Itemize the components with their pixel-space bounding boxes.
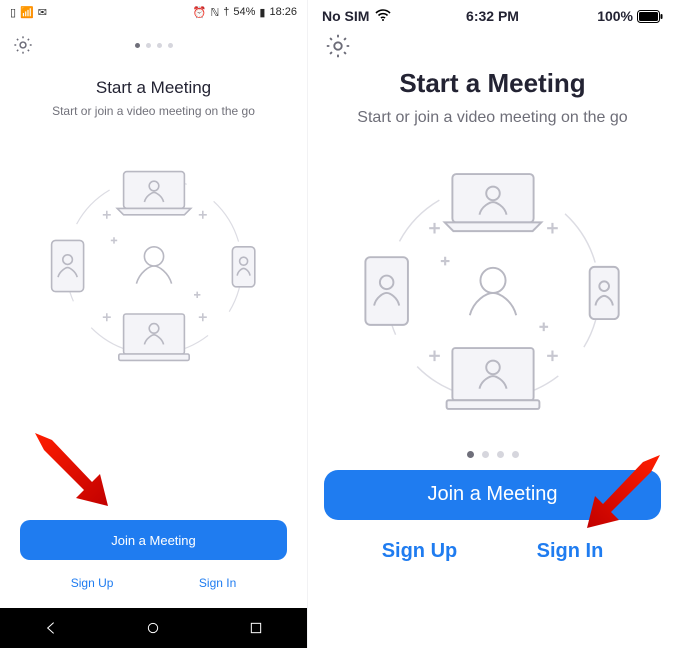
home-nav-icon[interactable] — [145, 620, 161, 636]
page-dot — [135, 43, 140, 48]
sign-in-label: Sign In — [537, 540, 604, 562]
page-dot — [482, 451, 489, 458]
back-nav-icon[interactable] — [43, 620, 59, 636]
auth-links-row: Sign Up Sign In — [0, 576, 307, 590]
alarm-icon: ⏰ — [193, 6, 207, 19]
sign-up-label: Sign Up — [71, 576, 114, 590]
sign-in-link[interactable]: Sign In — [199, 576, 236, 590]
ios-screen: No SIM 6:32 PM 100% Start a Meeting Star… — [308, 0, 677, 648]
clock-text: 6:32 PM — [466, 8, 519, 24]
gear-icon[interactable] — [324, 32, 352, 60]
status-left: No SIM — [322, 8, 391, 24]
page-subtitle: Start or join a video meeting on the go — [0, 104, 307, 118]
status-right: 100% — [597, 8, 663, 24]
page-indicator — [135, 43, 173, 48]
signal-icon: 📶 — [20, 6, 34, 19]
join-meeting-label: Join a Meeting — [111, 533, 196, 548]
page-dot — [497, 451, 504, 458]
page-dot — [146, 43, 151, 48]
meeting-illustration — [0, 146, 307, 386]
sign-up-link[interactable]: Sign Up — [71, 576, 114, 590]
join-meeting-button[interactable]: Join a Meeting — [20, 520, 287, 560]
volte-icon: ▯ — [10, 6, 16, 19]
gear-icon[interactable] — [12, 34, 34, 56]
nfc-icon: ℕ — [210, 6, 219, 19]
carrier-text: No SIM — [322, 8, 369, 24]
recent-nav-icon[interactable] — [248, 620, 264, 636]
sign-in-link[interactable]: Sign In — [537, 540, 604, 563]
android-nav-bar — [0, 608, 307, 648]
auth-links-row: Sign Up Sign In — [308, 540, 677, 563]
sign-up-link[interactable]: Sign Up — [382, 540, 458, 563]
status-left-icons: ▯ 📶 ✉ — [10, 6, 47, 19]
clock-text: 18:26 — [269, 6, 297, 18]
join-meeting-button[interactable]: Join a Meeting — [324, 470, 661, 520]
sign-up-label: Sign Up — [382, 540, 458, 562]
page-dot — [157, 43, 162, 48]
battery-icon: ▮ — [259, 6, 265, 19]
page-dot — [168, 43, 173, 48]
page-dot — [512, 451, 519, 458]
ios-status-bar: No SIM 6:32 PM 100% — [308, 0, 677, 28]
page-dot — [467, 451, 474, 458]
bt-icon: † — [223, 6, 229, 18]
wifi-icon — [375, 8, 391, 24]
battery-icon — [637, 10, 663, 23]
mail-icon: ✉ — [38, 6, 47, 19]
android-screen: ▯ 📶 ✉ ⏰ ℕ † 54% ▮ 18:26 Start a Meeting — [0, 0, 308, 648]
page-title: Start a Meeting — [308, 68, 677, 99]
status-right-icons: ⏰ ℕ † 54% ▮ 18:26 — [193, 6, 297, 19]
android-status-bar: ▯ 📶 ✉ ⏰ ℕ † 54% ▮ 18:26 — [0, 0, 307, 24]
battery-pct: 100% — [597, 8, 633, 24]
join-meeting-label: Join a Meeting — [427, 483, 557, 506]
page-subtitle: Start or join a video meeting on the go — [308, 107, 677, 129]
meeting-illustration — [308, 147, 677, 437]
sign-in-label: Sign In — [199, 576, 236, 590]
header-row — [0, 24, 307, 60]
header-row — [308, 28, 677, 60]
page-indicator — [308, 451, 677, 458]
page-title: Start a Meeting — [0, 78, 307, 98]
battery-pct: 54% — [233, 6, 255, 18]
